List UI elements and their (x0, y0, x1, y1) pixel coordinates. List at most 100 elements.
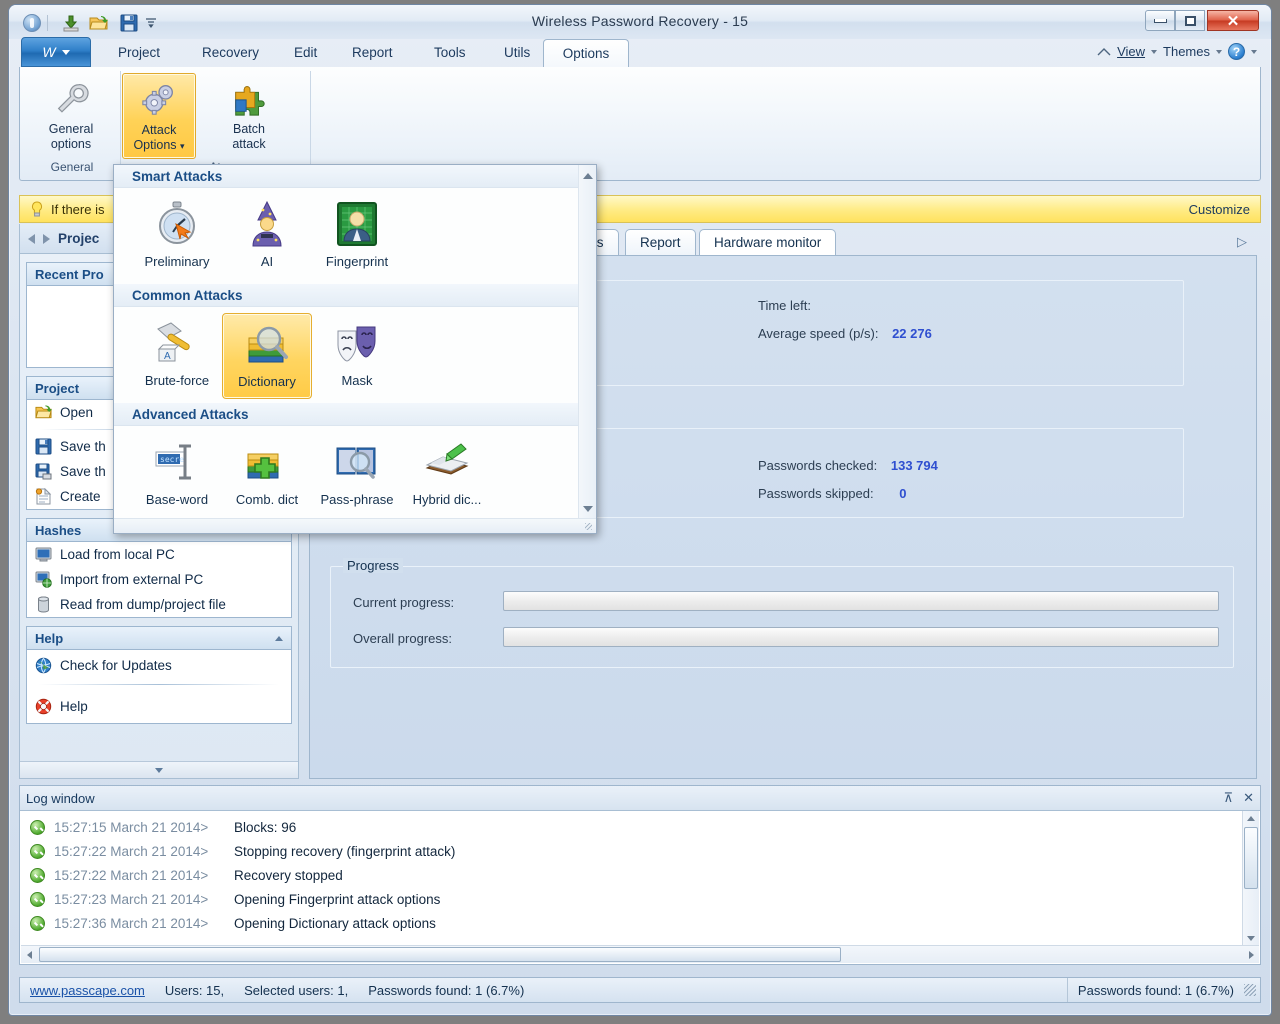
tab-utils[interactable]: Utils (491, 39, 543, 67)
pin-icon[interactable]: ⊼ (1224, 790, 1234, 806)
home-chevron-icon[interactable] (1097, 46, 1111, 58)
time-left-row: Time left: (758, 298, 821, 313)
gallery-item-mask[interactable]: Mask (312, 313, 402, 399)
list-item[interactable]: 15:27:22 March 21 2014> Recovery stopped (20, 863, 1260, 887)
gallery-item-comb-dict[interactable]: Comb. dict (222, 432, 312, 518)
sidebar-item-load-from-local-pc[interactable]: Load from local PC (27, 542, 291, 567)
scroll-down-icon[interactable] (579, 500, 596, 517)
gallery-item-base-word[interactable]: secre Base-word (132, 432, 222, 518)
help-dropdown-icon[interactable] (1251, 49, 1257, 54)
gallery-item-brute-force[interactable]: A Brute-force (132, 313, 222, 399)
ribbon-tab-bar: W Project Recovery Edit Report Tools Uti… (9, 37, 1271, 67)
themes-dropdown-icon[interactable] (1216, 49, 1222, 54)
arrow-right-icon[interactable] (43, 233, 50, 244)
gallery-row-advanced: secre Base-word Comb. dict Pass-phrase H… (114, 426, 596, 522)
sidebar-scroll-down[interactable] (20, 761, 298, 778)
gallery-item-ai[interactable]: AI (222, 194, 312, 280)
log-message: Opening Dictionary attack options (234, 915, 436, 931)
gallery-item-fingerprint[interactable]: Fingerprint (312, 194, 402, 280)
list-item[interactable]: 15:27:36 March 21 2014> Opening Dictiona… (20, 911, 1260, 935)
resize-grip-icon[interactable] (1244, 984, 1256, 996)
log-entry-list[interactable]: 15:27:15 March 21 2014> Blocks: 96 15:27… (20, 811, 1260, 935)
sidebar-item-help[interactable]: Help (27, 689, 291, 723)
general-options-button[interactable]: General options (34, 73, 108, 159)
minimize-button[interactable] (1145, 10, 1175, 31)
text-cursor-secret-icon: secre (155, 444, 191, 480)
tab-hardware-monitor[interactable]: Hardware monitor (699, 229, 837, 256)
list-item[interactable]: 15:27:22 March 21 2014> Stopping recover… (20, 839, 1260, 863)
batch-attack-button[interactable]: Batch attack (212, 73, 286, 159)
application-menu-button[interactable]: W (21, 37, 91, 67)
view-dropdown-icon[interactable] (1151, 49, 1158, 54)
gallery-resize-grip[interactable] (114, 518, 596, 533)
scroll-down-icon[interactable] (1247, 936, 1255, 941)
maximize-button[interactable] (1175, 10, 1205, 31)
arrow-left-icon[interactable] (28, 233, 35, 244)
passwords-skipped-value: 0 (899, 486, 907, 501)
batch-attack-label: Batch attack (232, 122, 266, 151)
network-monitor-icon (35, 571, 52, 588)
sidebar-item-import-from-external-pc[interactable]: Import from external PC (27, 567, 291, 592)
tab-project[interactable]: Project (105, 39, 173, 67)
customize-link[interactable]: Customize (1189, 202, 1250, 217)
close-button[interactable]: ✕ (1207, 10, 1259, 31)
tab-tools[interactable]: Tools (421, 39, 479, 67)
gallery-row-smart: Preliminary AI Fingerprint (114, 188, 596, 284)
list-item[interactable]: 15:27:15 March 21 2014> Blocks: 96 (20, 815, 1260, 839)
attack-options-button[interactable]: Attack Options ▾ (122, 73, 196, 159)
theater-masks-icon (337, 326, 376, 362)
sidebar-group-title: Hashes (35, 522, 82, 538)
log-vertical-scrollbar[interactable] (1242, 811, 1259, 946)
gallery-item-pass-phrase[interactable]: Pass-phrase (312, 432, 402, 518)
tab-overflow-icon[interactable]: ▷ (1237, 234, 1247, 250)
passwords-checked-value: 133 794 (890, 458, 938, 473)
status-passwords-found-right-text: Passwords found: 1 (6.7%) (1077, 982, 1234, 998)
status-bar: www.passcape.com Users: 15, Selected use… (19, 977, 1261, 1003)
wizard-icon (252, 200, 282, 247)
progress-panel: Progress Current progress: Overall progr… (330, 558, 1234, 668)
themes-menu[interactable]: Themes (1163, 44, 1210, 59)
general-options-label: General options (48, 122, 94, 151)
passwords-checked-row: Passwords checked: 133 794 (758, 458, 938, 473)
close-icon[interactable]: ✕ (1243, 790, 1254, 806)
log-horizontal-scrollbar[interactable] (21, 945, 1259, 963)
gallery-item-label: Dictionary (238, 374, 296, 389)
sidebar-item-label: Import from external PC (60, 572, 204, 587)
passwords-checked-label: Passwords checked: (758, 458, 878, 473)
log-window-title: Log window (26, 790, 95, 806)
chevron-up-icon[interactable] (275, 635, 283, 641)
gallery-item-preliminary[interactable]: Preliminary (132, 194, 222, 280)
gallery-section-header-smart: Smart Attacks (114, 165, 596, 188)
tab-report[interactable]: Report (339, 39, 406, 67)
gallery-scrollbar[interactable] (578, 165, 596, 519)
sidebar-group-header[interactable]: Help (27, 627, 291, 650)
gallery-item-label: Base-word (145, 492, 209, 507)
gallery-item-dictionary[interactable]: Dictionary (222, 313, 312, 399)
tab-options[interactable]: Options (543, 39, 629, 67)
sidebar-item-read-from-dump[interactable]: Read from dump/project file (27, 592, 291, 617)
overall-progress-label: Overall progress: (353, 631, 452, 646)
list-item[interactable]: 15:27:23 March 21 2014> Opening Fingerpr… (20, 887, 1260, 911)
scroll-right-icon[interactable] (1248, 950, 1254, 959)
log-message: Opening Fingerprint attack options (234, 891, 441, 907)
tab-recovery[interactable]: Recovery (189, 39, 272, 67)
status-selected-users: Selected users: 1, (244, 982, 349, 998)
status-passwords-found: Passwords found: 1 (6.7%) (368, 982, 525, 998)
log-window: Log window ⊼ ✕ 15:27:15 March 21 2014> B… (19, 785, 1261, 965)
scroll-left-icon[interactable] (26, 950, 32, 959)
scroll-up-icon[interactable] (1247, 816, 1255, 821)
view-menu[interactable]: View (1117, 44, 1145, 59)
tab-report[interactable]: Report (625, 229, 696, 256)
attack-options-gallery[interactable]: Smart Attacks Preliminary AI Fingerprint… (113, 164, 597, 534)
window-title: Wireless Password Recovery - 15 (531, 13, 749, 29)
open-folder-icon (35, 405, 52, 419)
sidebar-item-check-for-updates[interactable]: Check for Updates (27, 650, 291, 680)
gallery-item-hybrid-dict[interactable]: Hybrid dic... (402, 432, 492, 518)
website-link[interactable]: www.passcape.com (20, 983, 155, 998)
tab-edit[interactable]: Edit (281, 39, 330, 67)
help-icon[interactable]: ? (1228, 43, 1245, 60)
ribbon-group-general: General options General (24, 71, 121, 175)
scroll-up-icon[interactable] (579, 167, 596, 184)
chevron-down-icon (155, 767, 163, 773)
log-timestamp: 15:27:22 March 21 2014> (54, 843, 209, 859)
